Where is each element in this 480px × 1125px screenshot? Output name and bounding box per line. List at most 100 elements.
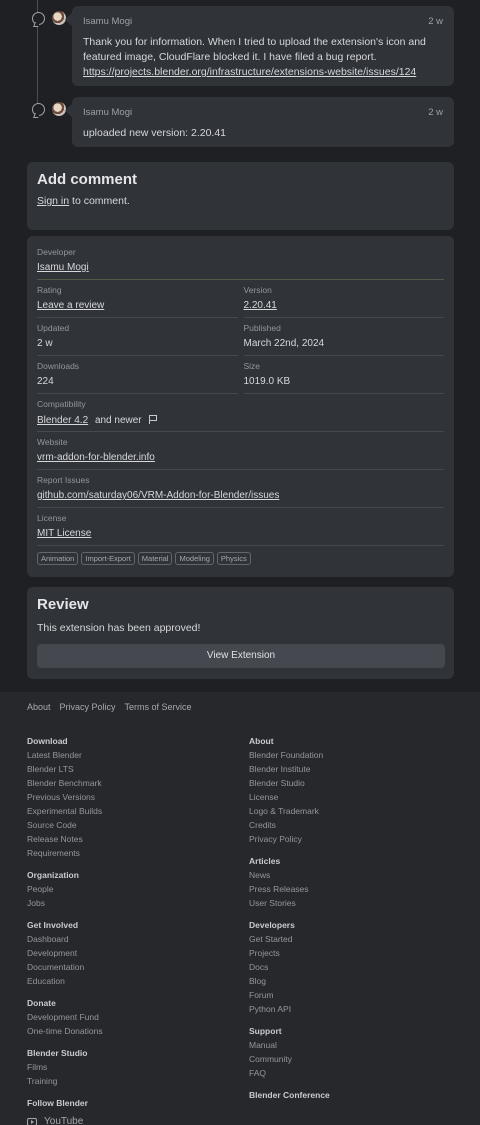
compatibility-link[interactable]: Blender 4.2 (37, 415, 88, 426)
size-field: Size 1019.0 KB (243, 356, 444, 394)
license-field: License MIT License (37, 508, 444, 546)
developer-link[interactable]: Isamu Mogi (37, 262, 89, 273)
tag-chip[interactable]: Modeling (175, 552, 214, 565)
footer-group-title: Support (249, 1026, 282, 1036)
footer-link[interactable]: Manual (249, 1038, 330, 1052)
tag-chip[interactable]: Import-Export (81, 552, 135, 565)
website-label: Website (37, 437, 68, 447)
footer-link[interactable]: People (27, 882, 103, 896)
version-link[interactable]: 2.20.41 (244, 300, 277, 311)
report-issues-link[interactable]: github.com/saturday06/VRM-Addon-for-Blen… (37, 490, 279, 501)
footer-group-organization: Organization People Jobs (27, 868, 103, 910)
compatibility-suffix: and newer (94, 415, 142, 426)
developer-field: Developer Isamu Mogi (37, 242, 444, 280)
comment-author[interactable]: Isamu Mogi (83, 16, 132, 27)
footer-group-title: Get Involved (27, 920, 79, 930)
footer-link[interactable]: Logo & Trademark (249, 804, 330, 818)
tag-chip[interactable]: Material (137, 552, 173, 565)
footer-link[interactable]: Documentation (27, 960, 103, 974)
footer-column-left: Download Latest Blender Blender LTS Blen… (27, 734, 103, 1125)
footer-group-title: Articles (249, 856, 281, 866)
footer-group-follow: Follow Blender YouTube (27, 1096, 103, 1125)
footer-link[interactable]: Blender Institute (249, 762, 330, 776)
footer-link[interactable]: Blog (249, 974, 330, 988)
footer-link[interactable]: Python API (249, 1002, 330, 1016)
sign-in-link[interactable]: Sign in (37, 195, 69, 207)
youtube-label: YouTube (44, 1116, 84, 1125)
flag-icon[interactable] (149, 415, 158, 424)
avatar[interactable] (52, 102, 66, 116)
footer-group-about: About Blender Foundation Blender Institu… (249, 734, 330, 846)
sign-in-prompt: Sign in to comment. (37, 195, 444, 207)
comment-text: Thank you for information. When I tried … (83, 36, 426, 63)
version-field: Version 2.20.41 (243, 280, 444, 318)
developer-label: Developer (37, 247, 76, 257)
footer-link[interactable]: One-time Donations (27, 1024, 103, 1038)
youtube-link[interactable]: YouTube (27, 1116, 103, 1125)
footer-link[interactable]: Dashboard (27, 932, 103, 946)
footer-link[interactable]: Release Notes (27, 832, 103, 846)
footer-link-privacy[interactable]: Privacy Policy (60, 702, 116, 712)
tag-chip[interactable]: Animation (37, 552, 79, 565)
footer-link[interactable]: Latest Blender (27, 748, 103, 762)
sign-in-suffix: to comment. (69, 195, 130, 207)
footer-group-get-involved: Get Involved Dashboard Development Docum… (27, 918, 103, 988)
footer-group-download: Download Latest Blender Blender LTS Blen… (27, 734, 103, 860)
footer-column-right: About Blender Foundation Blender Institu… (249, 734, 330, 1110)
footer-link[interactable]: Education (27, 974, 103, 988)
footer-link[interactable]: News (249, 868, 330, 882)
comment-author[interactable]: Isamu Mogi (83, 107, 132, 118)
footer-link-about[interactable]: About (27, 702, 51, 712)
footer-link[interactable]: Credits (249, 818, 330, 832)
footer-link[interactable]: Press Releases (249, 882, 330, 896)
footer-link[interactable]: Docs (249, 960, 330, 974)
comment-time: 2 w (428, 16, 443, 27)
footer-group-articles: Articles News Press Releases User Storie… (249, 854, 330, 910)
comment-card: Isamu Mogi 2 w uploaded new version: 2.2… (72, 97, 454, 147)
footer-link[interactable]: Experimental Builds (27, 804, 103, 818)
footer-link[interactable]: Projects (249, 946, 330, 960)
updated-value: 2 w (37, 338, 53, 349)
downloads-label: Downloads (37, 361, 80, 371)
footer-link[interactable]: Training (27, 1074, 103, 1088)
website-link[interactable]: vrm-addon-for-blender.info (37, 452, 155, 463)
footer-link[interactable]: Requirements (27, 846, 103, 860)
footer-link[interactable]: Forum (249, 988, 330, 1002)
footer-group-title: Follow Blender (27, 1098, 88, 1108)
footer-link[interactable]: Privacy Policy (249, 832, 330, 846)
compatibility-field: Compatibility Blender 4.2 and newer (37, 394, 444, 432)
tag-chip[interactable]: Physics (216, 552, 251, 565)
footer-link[interactable]: Development Fund (27, 1010, 103, 1024)
footer-group-title: Blender Studio (27, 1048, 88, 1058)
footer-link[interactable]: Previous Versions (27, 790, 103, 804)
comment-item: Isamu Mogi 2 w uploaded new version: 2.2… (27, 97, 454, 147)
avatar[interactable] (52, 11, 66, 25)
updated-field: Updated 2 w (37, 318, 238, 356)
footer-link[interactable]: Get Started (249, 932, 330, 946)
footer-link[interactable]: Blender Foundation (249, 748, 330, 762)
leave-review-link[interactable]: Leave a review (37, 300, 104, 311)
comment-card: Isamu Mogi 2 w Thank you for information… (72, 6, 454, 86)
footer-link-terms[interactable]: Terms of Service (125, 702, 192, 712)
view-extension-button[interactable]: View Extension (37, 644, 445, 668)
footer-group-title: Donate (27, 998, 56, 1008)
footer-group-conference: Blender Conference (249, 1088, 330, 1102)
footer-link[interactable]: Blender Studio (249, 776, 330, 790)
footer-link[interactable]: Source Code (27, 818, 103, 832)
add-comment-title: Add comment (37, 171, 138, 188)
footer-link[interactable]: User Stories (249, 896, 330, 910)
footer-link[interactable]: Development (27, 946, 103, 960)
published-label: Published (243, 323, 281, 333)
footer-link[interactable]: Blender Benchmark (27, 776, 103, 790)
report-issues-field: Report Issues github.com/saturday06/VRM-… (37, 470, 444, 508)
footer-group-title[interactable]: Blender Conference (249, 1088, 330, 1102)
footer-link[interactable]: Community (249, 1052, 330, 1066)
footer-link[interactable]: Blender LTS (27, 762, 103, 776)
footer-link[interactable]: Films (27, 1060, 103, 1074)
comment-link[interactable]: https://projects.blender.org/infrastruct… (83, 66, 416, 78)
footer-link[interactable]: FAQ (249, 1066, 330, 1080)
footer-link[interactable]: Jobs (27, 896, 103, 910)
comment-icon (32, 103, 45, 116)
footer-link[interactable]: License (249, 790, 330, 804)
license-link[interactable]: MIT License (37, 528, 91, 539)
